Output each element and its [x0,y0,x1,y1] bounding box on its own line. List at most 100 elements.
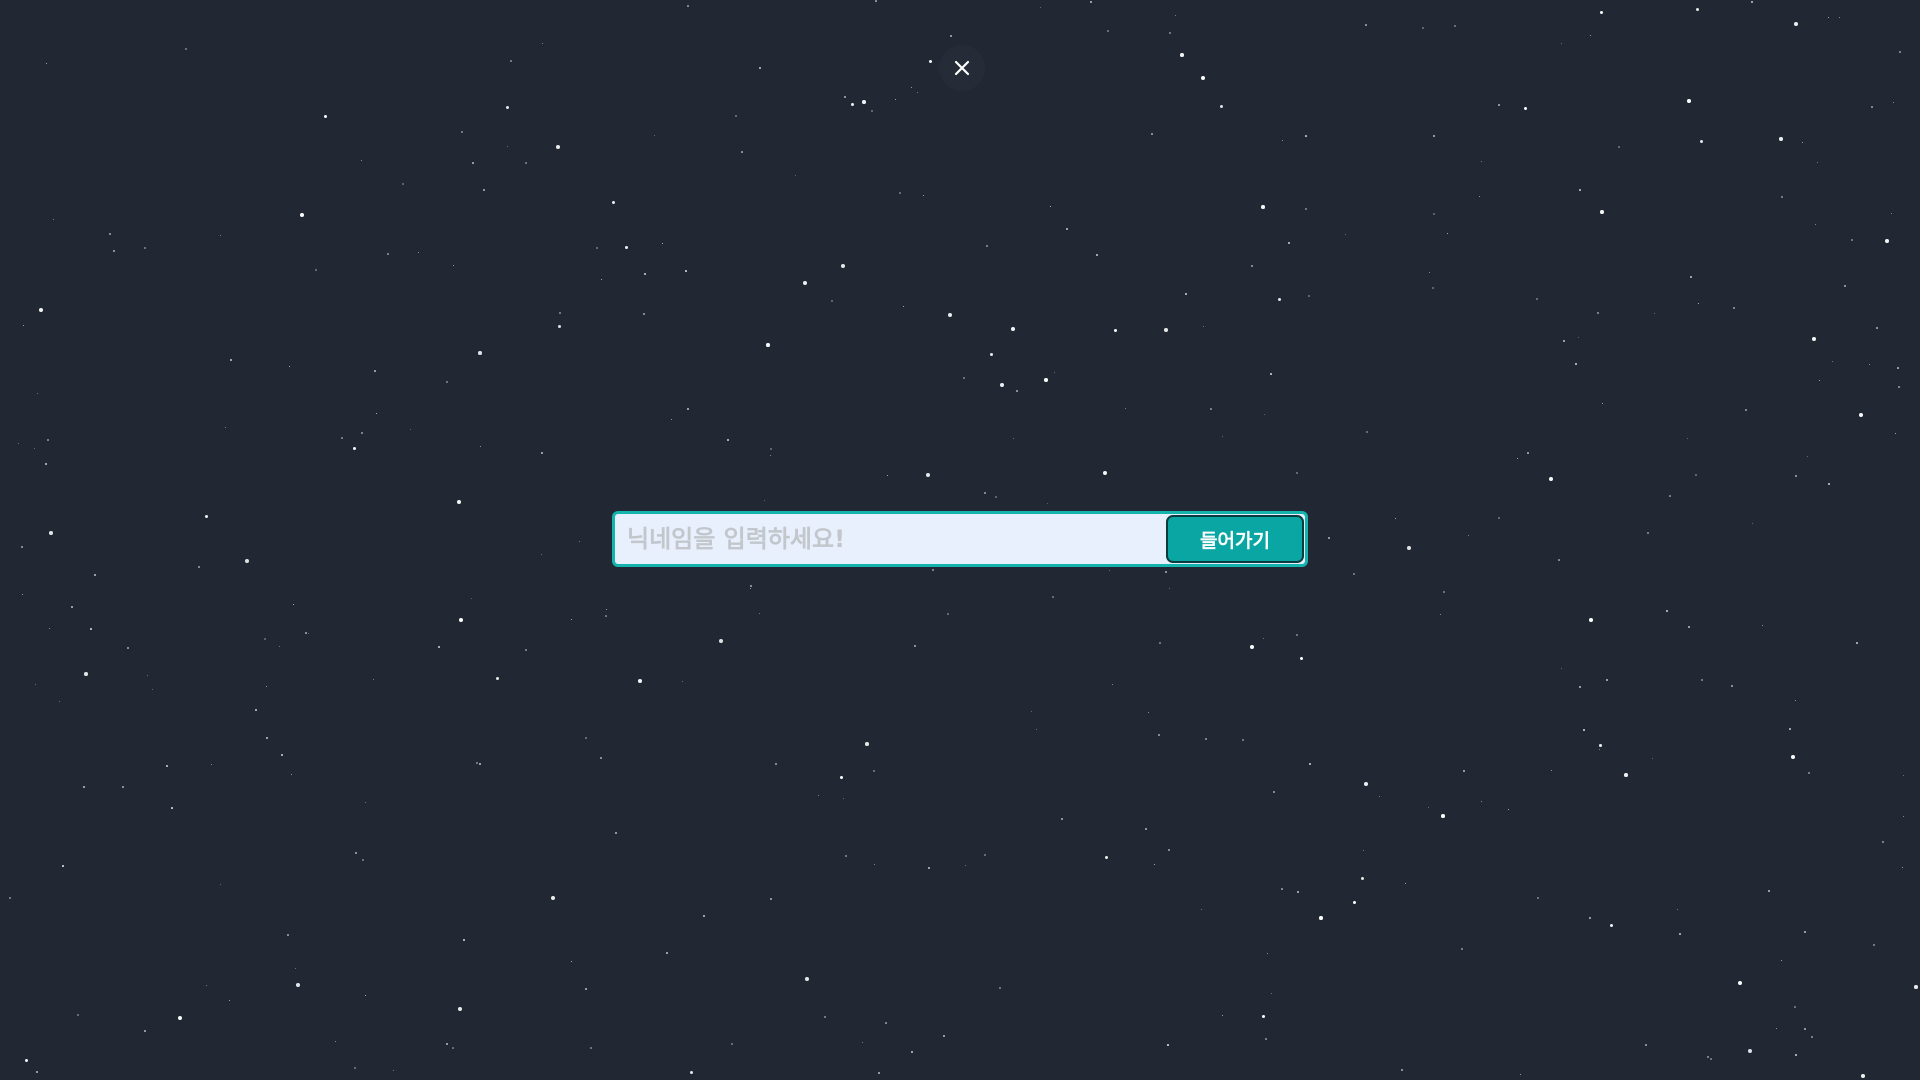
star [1054,372,1056,374]
star [929,60,933,64]
star [418,252,420,254]
star [1819,380,1821,382]
star [122,786,124,788]
star [625,246,629,250]
star [211,764,213,766]
star [803,281,808,286]
star [225,427,227,429]
close-button[interactable] [939,45,985,91]
star [1698,303,1700,305]
star [1781,196,1784,199]
star [1654,313,1656,315]
star [1319,916,1323,920]
star [1201,76,1205,80]
star [615,832,617,834]
nickname-input[interactable] [615,514,1166,564]
star [950,35,952,37]
star [393,1070,395,1072]
star [457,500,461,504]
star [291,774,293,776]
star [1666,610,1669,613]
star [1481,801,1483,803]
star [654,135,656,137]
star [731,1043,734,1046]
star [22,594,24,596]
star [1549,477,1553,481]
star [1222,1015,1224,1017]
star [1222,436,1224,438]
star [1107,30,1109,32]
star [770,898,772,900]
star [1145,828,1147,830]
star [1164,328,1168,332]
star [685,270,687,272]
star [472,162,474,164]
enter-button[interactable]: 들어가기 [1166,515,1304,563]
star [1768,890,1770,892]
star [166,765,168,767]
star [1305,208,1307,210]
star [458,1007,463,1012]
star [39,308,43,312]
star [1696,8,1700,12]
star [600,757,602,759]
star [18,443,20,445]
star [1795,1054,1797,1056]
star [46,63,48,65]
star [1802,142,1804,144]
star [496,677,500,681]
star [1168,849,1170,851]
star [1016,390,1018,392]
star [1861,1074,1865,1078]
star [479,763,481,765]
star [775,763,777,765]
star [507,146,509,148]
star [932,569,934,571]
star [376,413,378,415]
star [295,968,297,970]
star [198,566,201,569]
star [1869,364,1871,366]
star [671,419,673,421]
star [463,939,465,941]
star [361,432,363,434]
star [1169,32,1172,35]
star [21,546,23,548]
star [875,0,877,2]
star [305,632,308,635]
star [1479,196,1481,198]
star [127,647,129,649]
star [1903,775,1905,777]
star [1363,850,1365,852]
star [541,452,543,454]
star [480,446,482,448]
star [353,447,357,451]
star [1647,532,1649,534]
star [1575,363,1578,366]
star [1300,657,1304,661]
star [1379,796,1381,798]
star [1273,791,1276,794]
star [255,709,258,712]
star [1527,452,1529,454]
star [1432,287,1435,290]
star [245,559,250,564]
star [840,776,844,780]
star [1903,816,1905,818]
star [1856,642,1858,644]
star [144,1030,146,1032]
star [1745,409,1747,411]
star [1297,891,1299,893]
star [795,175,797,177]
star [1263,638,1265,640]
star [579,541,581,543]
star [1011,327,1016,332]
star [1645,1044,1648,1047]
star [220,884,222,886]
star [1103,471,1108,476]
star [341,437,343,439]
star [1271,993,1273,995]
star [1401,1069,1403,1071]
star [525,162,527,164]
star [1738,981,1743,986]
